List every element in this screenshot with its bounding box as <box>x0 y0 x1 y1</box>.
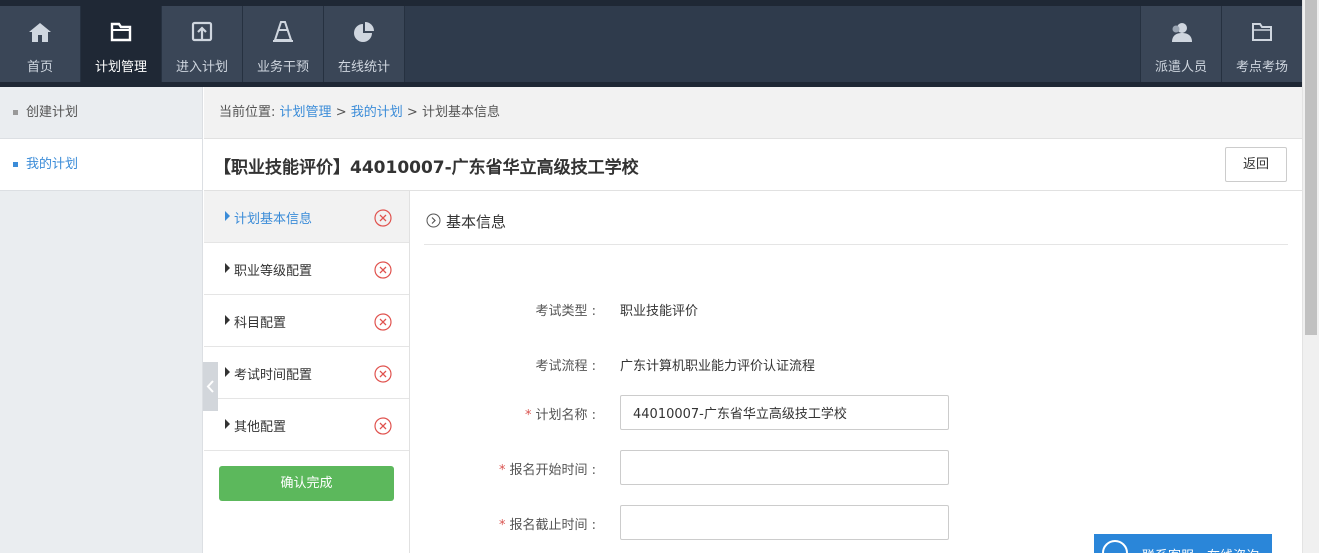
main-nav: 首页 计划管理 进入计划 业务干预 在线统计 <box>0 6 405 82</box>
reg-end-label: * 报名截止时间 : <box>498 518 596 533</box>
reg-start-label: * 报名开始时间 : <box>498 463 596 478</box>
caret-right-icon <box>225 263 230 273</box>
step-label: 科目配置 <box>234 316 287 331</box>
step-subject-config[interactable]: 科目配置 <box>204 295 409 347</box>
section-title: 基本信息 <box>446 213 507 231</box>
secondary-nav: 派遣人员 考点考场 <box>1140 6 1302 82</box>
incomplete-x-icon <box>374 417 392 435</box>
breadcrumb-current: 计划基本信息 <box>421 105 500 120</box>
breadcrumb-link-plan-management[interactable]: 计划管理 <box>280 105 332 120</box>
form-row-exam-flow: 考试流程 : 广东计算机职业能力评价认证流程 <box>424 346 1288 382</box>
step-other-config[interactable]: 其他配置 <box>204 399 409 451</box>
nav-plan-management[interactable]: 计划管理 <box>81 6 162 82</box>
left-sidebar: 创建计划 我的计划 <box>0 87 203 553</box>
nav-exam-venues-label: 考点考场 <box>1235 60 1288 75</box>
pie-chart-icon <box>351 20 377 44</box>
folder-icon <box>108 20 134 44</box>
caret-right-icon <box>225 315 230 325</box>
scrollbar-thumb[interactable] <box>1305 0 1317 335</box>
plan-name-label: * 计划名称 : <box>524 408 596 423</box>
nav-online-statistics[interactable]: 在线统计 <box>324 6 405 82</box>
nav-online-statistics-label: 在线统计 <box>337 60 390 75</box>
online-consult-widget[interactable]: 联系客服，在线咨询 <box>1094 534 1272 553</box>
nav-home[interactable]: 首页 <box>0 6 81 82</box>
user-icon <box>1168 20 1194 44</box>
reg-end-input[interactable] <box>620 505 949 540</box>
incomplete-x-icon <box>374 209 392 227</box>
caret-right-icon <box>225 367 230 377</box>
top-navbar: 首页 计划管理 进入计划 业务干预 在线统计 派遣人员 考点考场 <box>0 0 1302 87</box>
nav-enter-plan[interactable]: 进入计划 <box>162 6 243 82</box>
step-label: 职业等级配置 <box>234 264 313 279</box>
breadcrumb: 当前位置: 计划管理 > 我的计划 > 计划基本信息 <box>204 87 1302 139</box>
sidebar-item-create-plan[interactable]: 创建计划 <box>0 87 202 139</box>
step-occupation-level[interactable]: 职业等级配置 <box>204 243 409 295</box>
confirm-complete-button[interactable]: 确认完成 <box>219 466 394 501</box>
nav-exam-venues[interactable]: 考点考场 <box>1221 6 1302 82</box>
breadcrumb-separator: > <box>406 105 418 120</box>
exam-flow-label: 考试流程 : <box>535 359 596 374</box>
incomplete-x-icon <box>374 365 392 383</box>
caret-right-icon <box>225 211 230 221</box>
breadcrumb-prefix: 当前位置: <box>219 105 276 120</box>
enter-icon <box>189 20 215 44</box>
form-row-plan-name: * 计划名称 : <box>424 395 1288 431</box>
step-basic-info[interactable]: 计划基本信息 <box>204 191 409 243</box>
exam-flow-value: 广东计算机职业能力评价认证流程 <box>620 359 816 374</box>
breadcrumb-separator: > <box>335 105 347 120</box>
step-exam-time-config[interactable]: 考试时间配置 <box>204 347 409 399</box>
chevron-left-icon <box>206 380 214 393</box>
nav-plan-management-label: 计划管理 <box>94 60 147 75</box>
incomplete-x-icon <box>374 313 392 331</box>
plan-name-input[interactable] <box>620 395 949 430</box>
nav-enter-plan-label: 进入计划 <box>175 60 228 75</box>
page-scrollbar[interactable] <box>1302 0 1319 553</box>
nav-business-intervention-label: 业务干预 <box>256 60 309 75</box>
nav-business-intervention[interactable]: 业务干预 <box>243 6 324 82</box>
nav-home-label: 首页 <box>26 60 53 75</box>
reg-start-input[interactable] <box>620 450 949 485</box>
exam-type-label: 考试类型 : <box>535 304 596 319</box>
exam-type-value: 职业技能评价 <box>620 304 699 319</box>
form-row-exam-type: 考试类型 : 职业技能评价 <box>424 291 1288 327</box>
chevron-circle-icon <box>426 213 441 228</box>
form-row-reg-start: * 报名开始时间 : <box>424 450 1288 486</box>
config-steps-panel: 计划基本信息 职业等级配置 科目配置 考试时间配置 其他配置 确认完成 <box>204 191 410 553</box>
step-label: 其他配置 <box>234 420 287 435</box>
nav-dispatch-staff[interactable]: 派遣人员 <box>1140 6 1221 82</box>
chat-icon <box>1102 540 1128 553</box>
breadcrumb-link-my-plans[interactable]: 我的计划 <box>351 105 403 120</box>
basic-info-form: 基本信息 考试类型 : 职业技能评价 考试流程 : 广东计算机职业能力评价认证流… <box>424 191 1288 553</box>
nav-dispatch-staff-label: 派遣人员 <box>1154 60 1207 75</box>
incomplete-x-icon <box>374 261 392 279</box>
collapse-sidebar-toggle[interactable] <box>203 362 218 411</box>
step-label: 考试时间配置 <box>234 368 313 383</box>
home-icon <box>27 20 53 44</box>
section-header: 基本信息 <box>424 211 1288 245</box>
title-bar: 【职业技能评价】44010007-广东省华立高级技工学校 返回 <box>204 139 1302 191</box>
consult-label: 联系客服，在线咨询 <box>1142 545 1259 553</box>
caret-right-icon <box>225 419 230 429</box>
page-title: 【职业技能评价】44010007-广东省华立高级技工学校 <box>214 158 639 178</box>
back-button[interactable]: 返回 <box>1225 147 1287 182</box>
cone-icon <box>270 20 296 44</box>
step-label: 计划基本信息 <box>234 212 313 227</box>
sidebar-item-my-plans[interactable]: 我的计划 <box>0 139 202 191</box>
folder-icon <box>1249 20 1275 44</box>
